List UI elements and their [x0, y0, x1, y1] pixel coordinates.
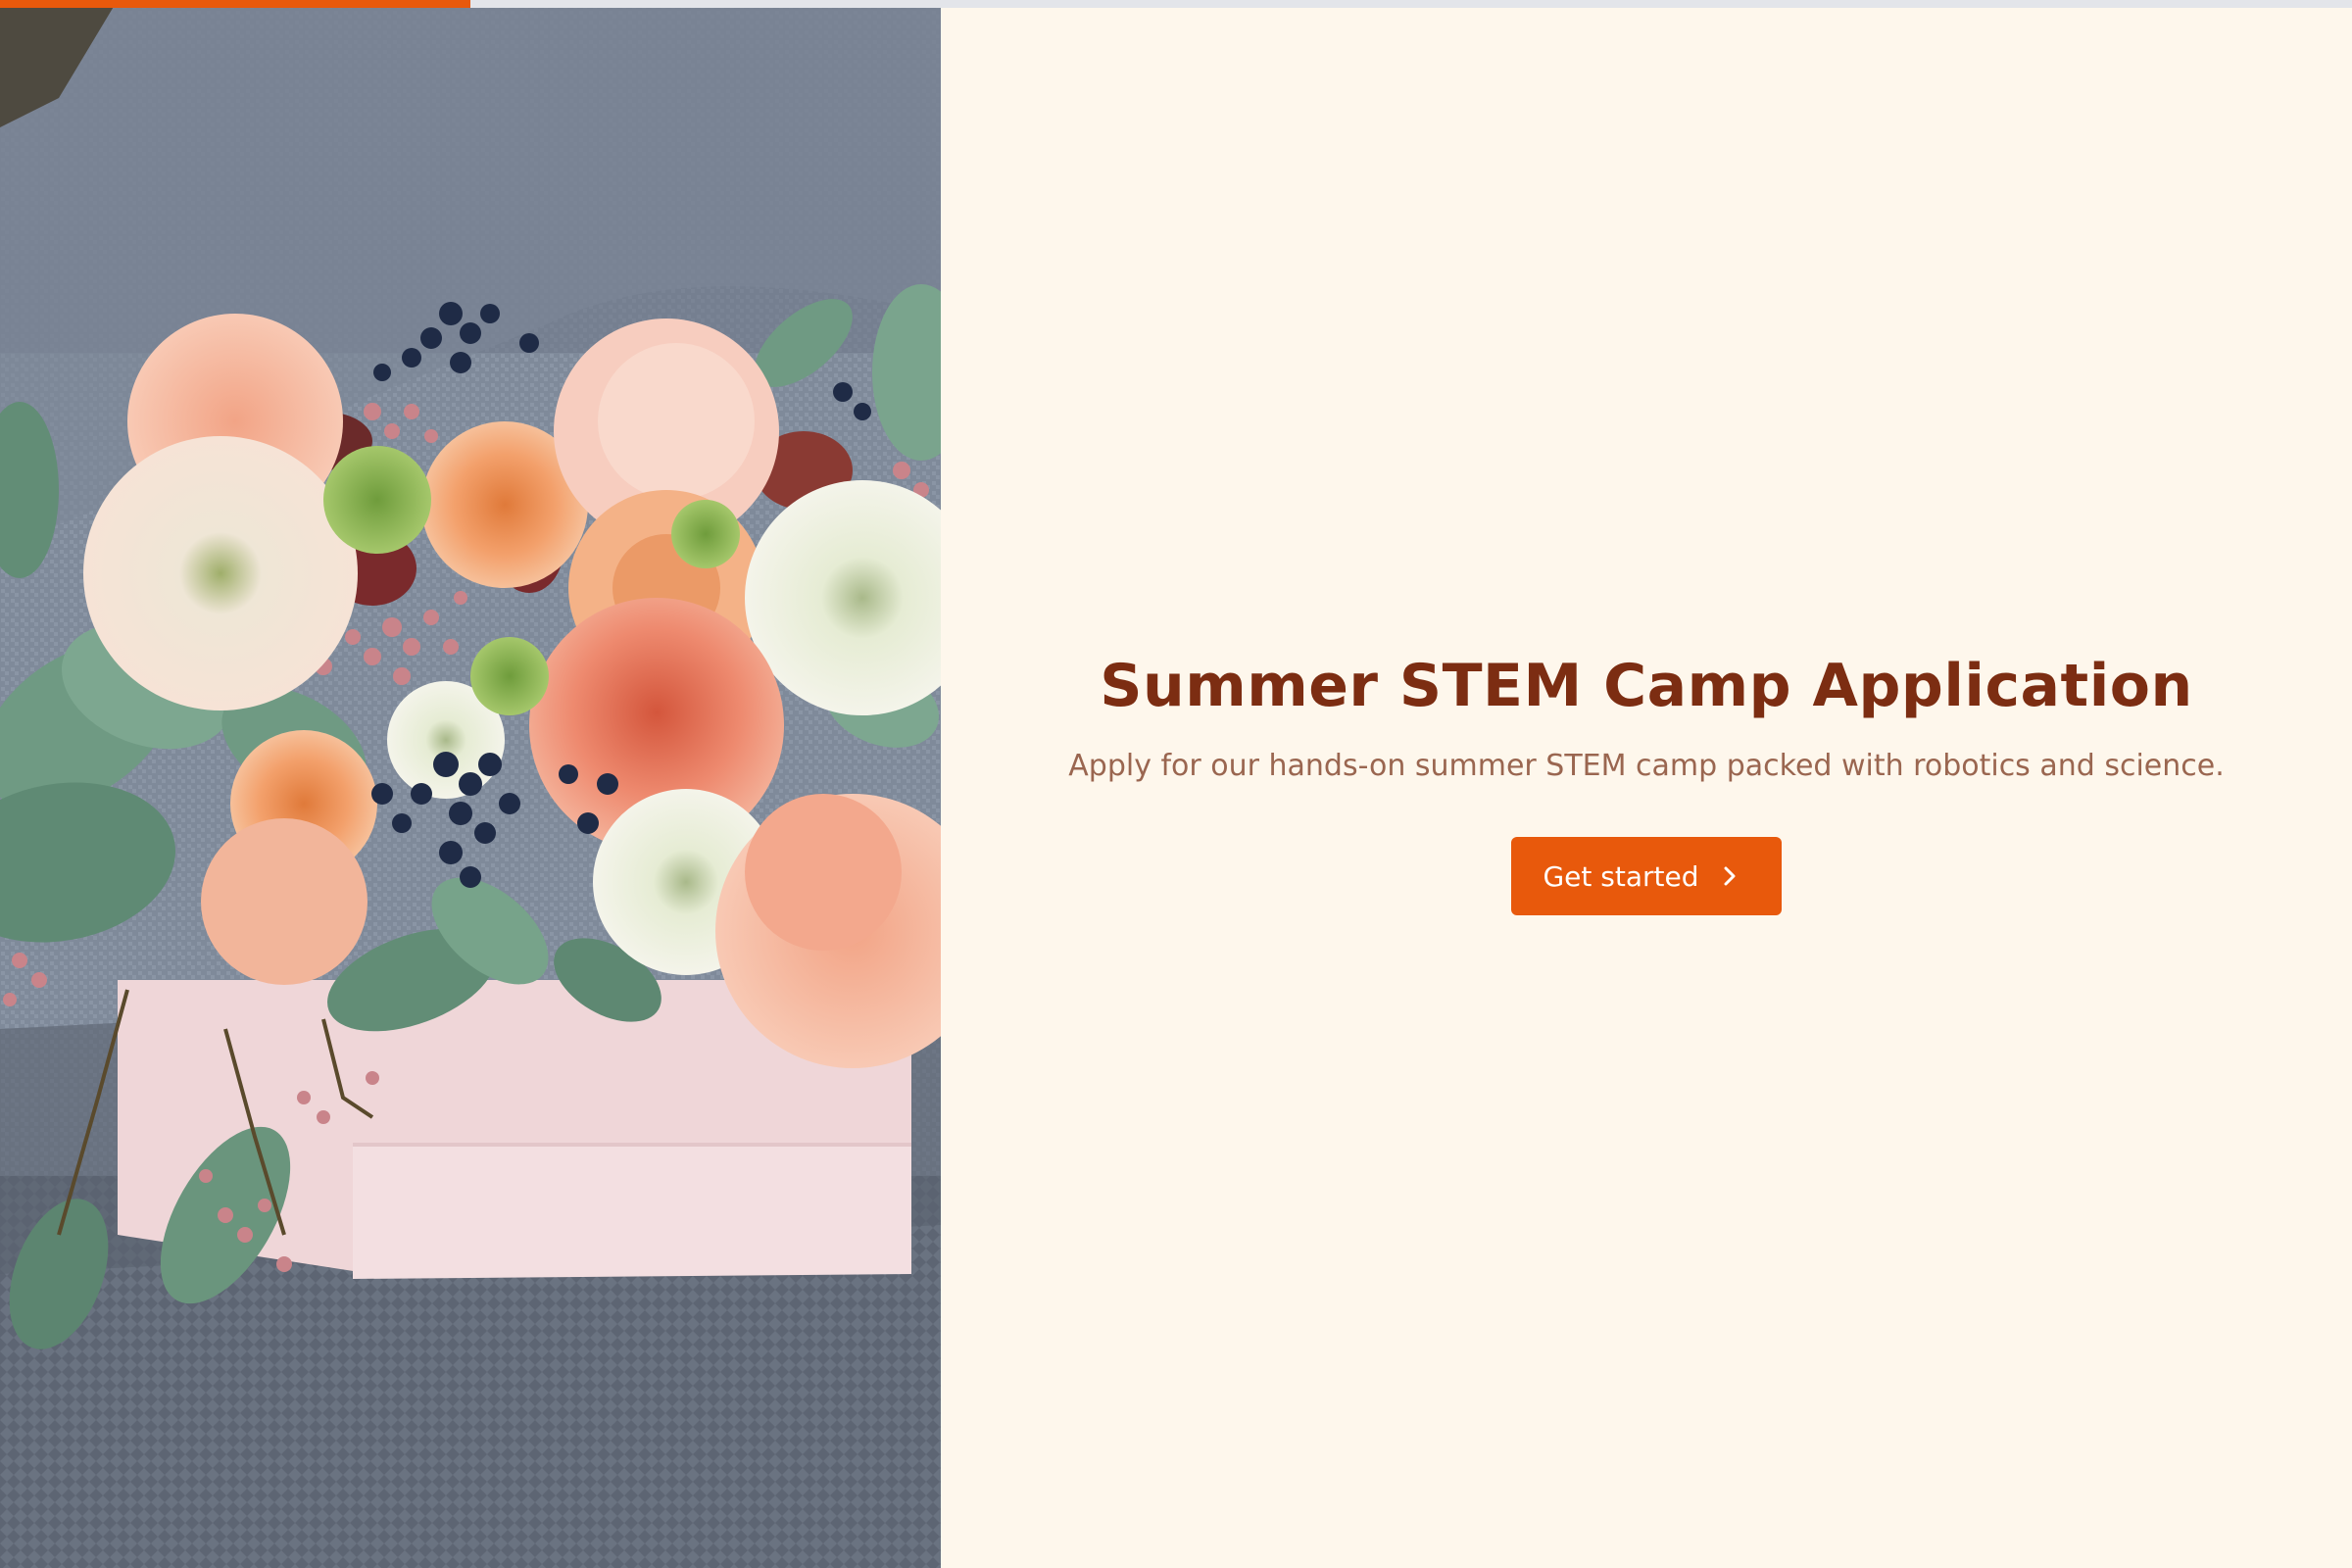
form-welcome-screen: Summer STEM Camp Application Apply for o…: [0, 0, 2352, 1568]
progress-bar-fill: [0, 0, 470, 8]
welcome-panel: Summer STEM Camp Application Apply for o…: [941, 0, 2352, 1568]
chevron-right-icon: [1724, 866, 1736, 886]
get-started-button[interactable]: Get started: [1511, 837, 1782, 915]
flower-bouquet-illustration: [0, 0, 941, 1568]
form-title: Summer STEM Camp Application: [1100, 652, 2193, 720]
hero-image: [0, 0, 941, 1568]
form-description: Apply for our hands-on summer STEM camp …: [1068, 749, 2225, 783]
get-started-button-label: Get started: [1543, 859, 1699, 893]
welcome-content: Summer STEM Camp Application Apply for o…: [941, 647, 2352, 915]
progress-bar: [0, 0, 2352, 8]
